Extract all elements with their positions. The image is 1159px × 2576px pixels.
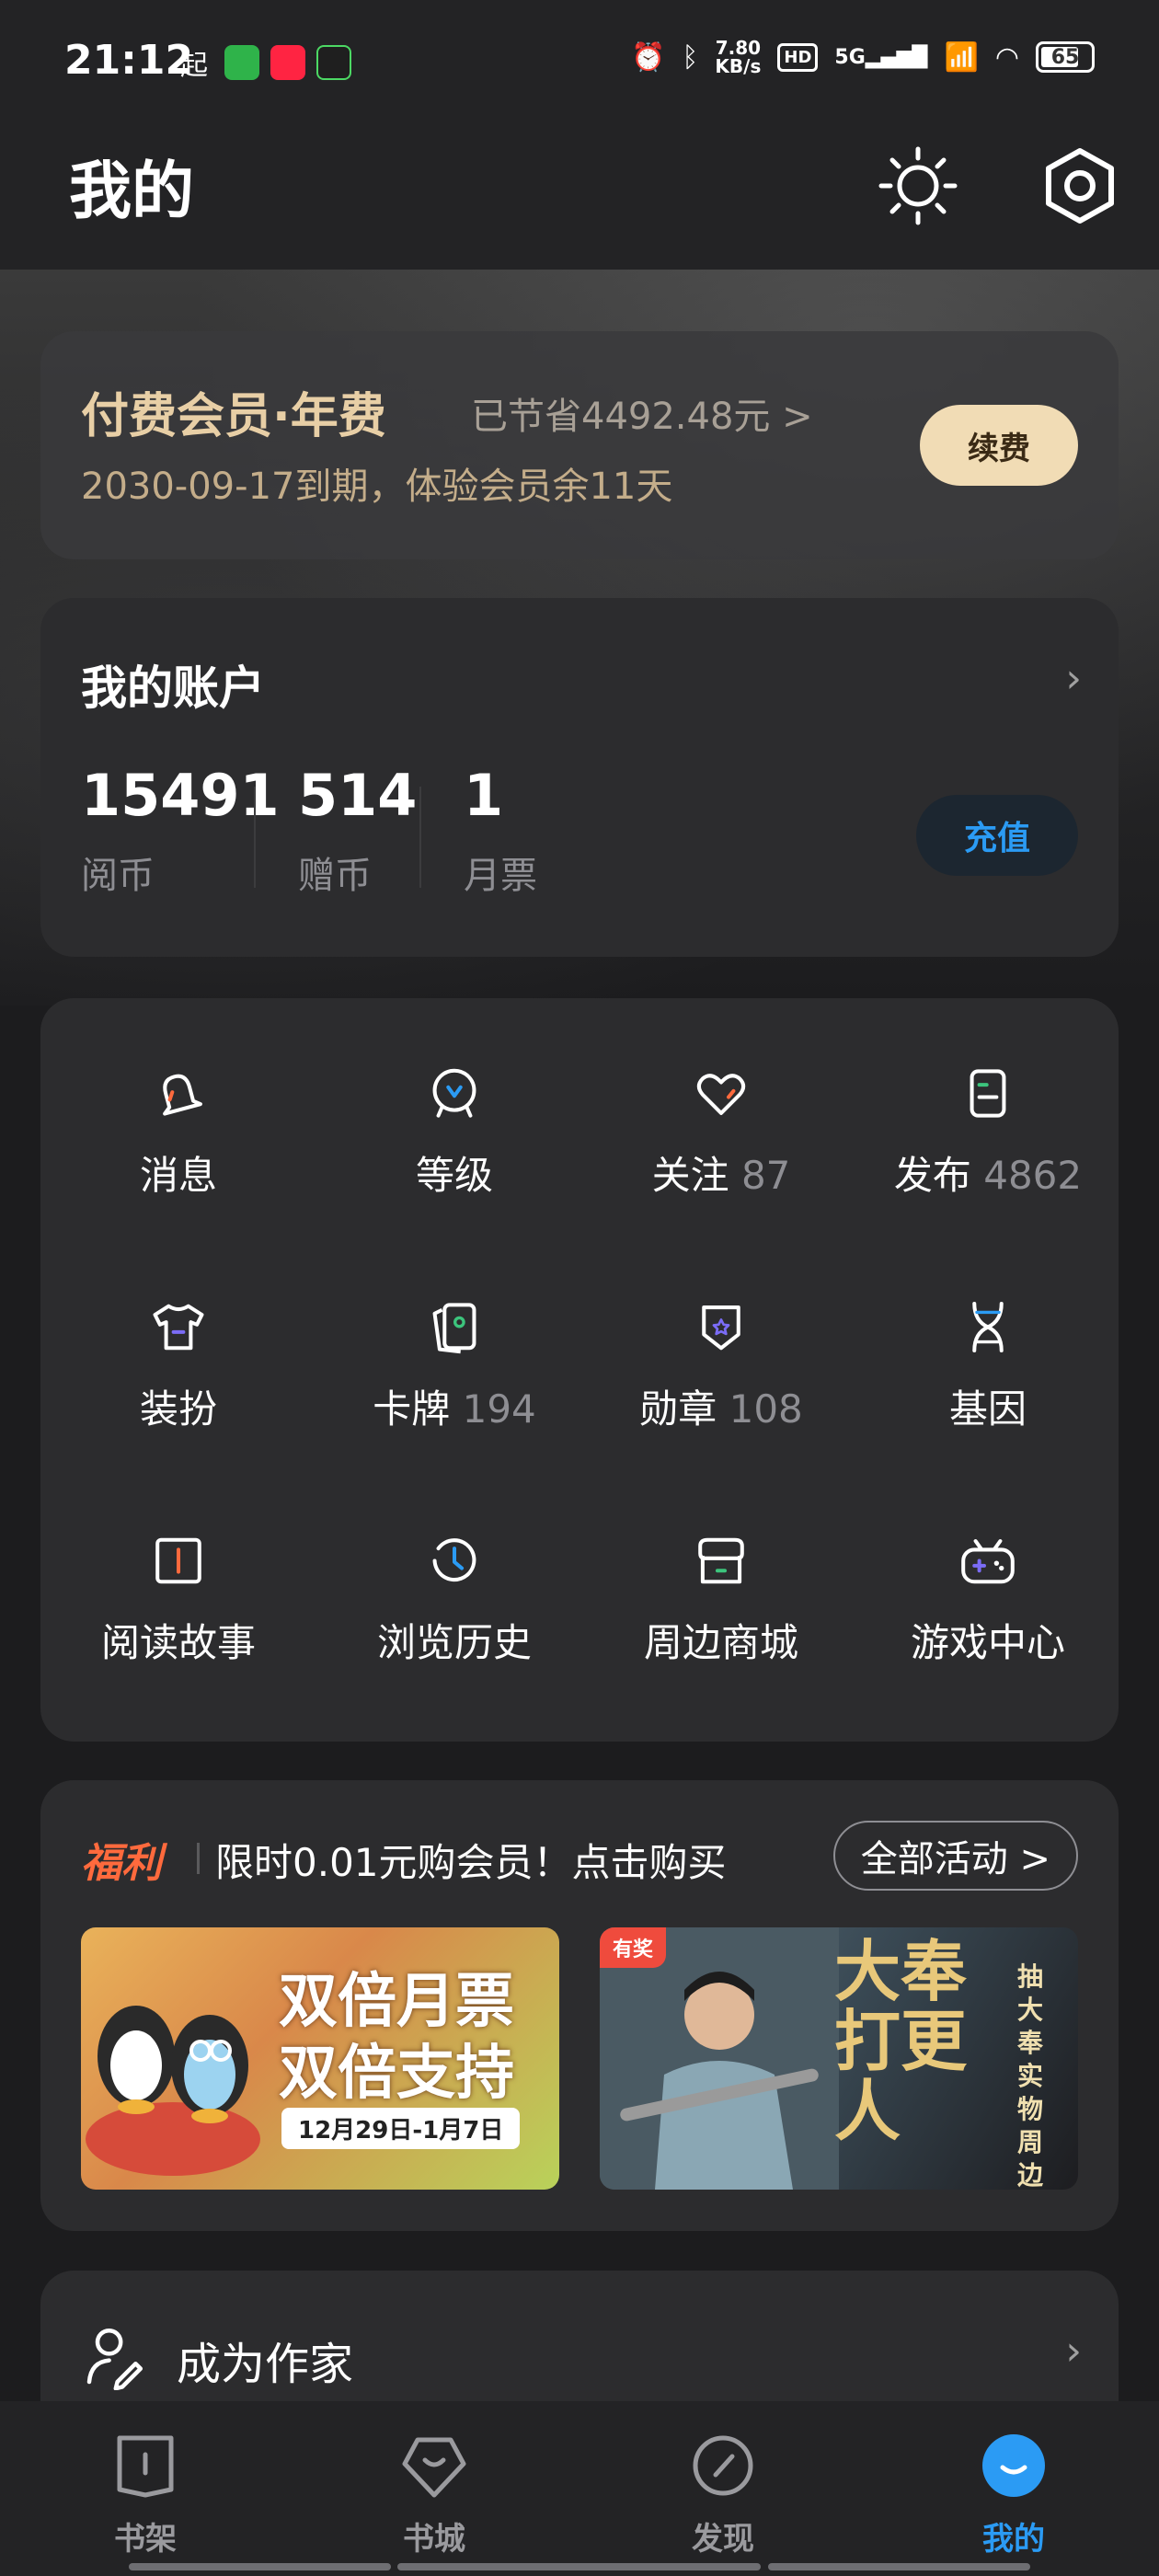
welfare-promo-link[interactable]: 限时0.01元购会员！点击购买 xyxy=(215,1832,727,1888)
heart-icon xyxy=(696,1074,746,1115)
bottom-nav: 书架 书城 发现 我的 xyxy=(0,2401,1159,2576)
prize-badge: 有奖 xyxy=(600,1927,667,1968)
gesture-bar xyxy=(768,2563,1030,2570)
chevron-right-icon[interactable]: › xyxy=(1065,655,1082,702)
clock-icon xyxy=(432,1538,476,1582)
music-app-icon xyxy=(316,45,351,80)
divider xyxy=(419,787,421,888)
grid-item-reading-stories[interactable]: 阅读故事 xyxy=(40,1466,316,1668)
hd-icon: HD xyxy=(777,42,819,72)
account-title: 我的账户 xyxy=(81,661,265,715)
grid-item-level[interactable]: 等级 xyxy=(316,998,592,1201)
gamepad-icon xyxy=(961,1539,1015,1584)
banner1-title: 双倍月票 双倍支持 xyxy=(279,1968,514,2108)
status-time: 21:12 xyxy=(64,37,194,84)
wifi-icon: ◠ xyxy=(994,40,1019,74)
stat-monthly-tickets[interactable]: 1 月票 xyxy=(464,762,537,899)
penguin-mascot-icon xyxy=(86,2006,260,2176)
grid-item-genes[interactable]: 基因 xyxy=(850,1232,1126,1434)
grid-item-shop[interactable]: 周边商城 xyxy=(583,1466,859,1668)
document-icon xyxy=(970,1069,1006,1118)
dna-icon xyxy=(972,1302,1004,1352)
bookshelf-icon xyxy=(117,2435,174,2498)
writer-pen-icon xyxy=(86,2328,143,2390)
membership-saved-link[interactable]: 已节省4492.48元 > xyxy=(471,386,813,440)
gesture-bar xyxy=(129,2563,391,2570)
page-title: 我的 xyxy=(69,155,195,228)
become-writer-label: 成为作家 xyxy=(177,2339,354,2390)
divider xyxy=(197,1843,200,1874)
brightness-icon[interactable] xyxy=(872,140,964,232)
cards-icon xyxy=(432,1303,476,1354)
grid-item-publish[interactable]: 发布 4862 xyxy=(850,998,1126,1201)
bell-icon xyxy=(163,1074,202,1116)
net-speed: 7.80 KB/s xyxy=(715,37,762,77)
welfare-card: 福利 限时0.01元购会员！点击购买 全部活动 > 双倍月票 双倍支持 12月2… xyxy=(40,1780,1119,2231)
tshirt-icon xyxy=(153,1304,204,1351)
grid-item-games[interactable]: 游戏中心 xyxy=(850,1466,1126,1668)
nav-bookshelf[interactable]: 书架 xyxy=(44,2427,247,2559)
level-badge-icon xyxy=(432,1068,476,1118)
stat-read-coins[interactable]: 15491 阅币 xyxy=(81,762,280,899)
battery-icon: 65 xyxy=(1036,41,1095,73)
grid-item-history[interactable]: 浏览历史 xyxy=(316,1466,592,1668)
book-icon xyxy=(155,1537,201,1584)
membership-card[interactable]: 付费会员·年费 已节省4492.48元 > 2030-09-17到期，体验会员余… xyxy=(40,331,1119,559)
banner2-title: 大奉打更人 xyxy=(834,1932,968,2150)
medal-icon xyxy=(702,1305,740,1351)
renew-button[interactable]: 续费 xyxy=(920,405,1078,486)
shop-icon xyxy=(698,1537,744,1584)
stat-gift-coins[interactable]: 514 赠币 xyxy=(298,762,417,899)
grid-item-medals[interactable]: 勋章 108 xyxy=(583,1232,859,1434)
wifi-signal-icon: 📶 xyxy=(944,40,979,74)
membership-expire: 2030-09-17到期，体验会员余11天 xyxy=(81,466,673,508)
video-app-icon xyxy=(224,45,259,80)
grid-item-cards[interactable]: 卡牌 194 xyxy=(316,1232,592,1434)
chevron-right-icon[interactable]: › xyxy=(1065,2328,1082,2375)
divider xyxy=(254,787,256,888)
account-card[interactable]: 我的账户 › 15491 阅币 514 赠币 1 月票 充值 xyxy=(40,598,1119,957)
alarm-icon: ⏰ xyxy=(631,40,666,74)
membership-title: 付费会员·年费 xyxy=(81,389,386,444)
bluetooth-icon: ᛒ xyxy=(682,40,699,74)
status-bar: 21:12 起 ⏰ ᛒ 7.80 KB/s HD 5G▂▄▆█ 📶 ◠ 65 xyxy=(0,0,1159,120)
signal-icon: 5G▂▄▆█ xyxy=(834,45,928,69)
grid-item-messages[interactable]: 消息 xyxy=(40,998,316,1201)
welfare-tag: 福利 xyxy=(81,1840,162,1887)
settings-icon[interactable] xyxy=(1034,140,1126,232)
nav-discover[interactable]: 发现 xyxy=(622,2427,824,2559)
all-activities-button[interactable]: 全部活动 > xyxy=(832,1821,1078,1891)
bookstore-icon xyxy=(402,2437,466,2498)
grid-item-dressup[interactable]: 装扮 xyxy=(40,1232,316,1434)
profile-smile-icon xyxy=(982,2434,1045,2497)
nav-bookstore[interactable]: 书城 xyxy=(333,2427,535,2559)
compass-icon xyxy=(693,2435,753,2496)
banner-dafeng[interactable]: 有奖 大奉打更人 抽大奉实物周边 xyxy=(600,1927,1078,2190)
red-app-icon xyxy=(270,45,305,80)
features-grid-card: 消息 等级 关注 87 发布 4862 装扮 卡牌 194 勋章 108 基因 … xyxy=(40,998,1119,1742)
qidian-notify-icon: 起 xyxy=(180,50,208,82)
recharge-button[interactable]: 充值 xyxy=(916,795,1078,876)
page-header: 我的 xyxy=(0,120,1159,270)
banner-double-tickets[interactable]: 双倍月票 双倍支持 12月29日-1月7日 xyxy=(81,1927,559,2190)
grid-item-follow[interactable]: 关注 87 xyxy=(583,998,859,1201)
status-app-icons: 起 xyxy=(180,42,351,83)
banner1-date: 12月29日-1月7日 xyxy=(281,2108,521,2149)
nav-mine[interactable]: 我的 xyxy=(912,2427,1115,2559)
status-indicators: ⏰ ᛒ 7.80 KB/s HD 5G▂▄▆█ 📶 ◠ 65 xyxy=(631,39,1095,75)
banner2-side-text: 抽大奉实物周边 xyxy=(1017,1961,1044,2190)
gesture-bar xyxy=(397,2563,761,2570)
